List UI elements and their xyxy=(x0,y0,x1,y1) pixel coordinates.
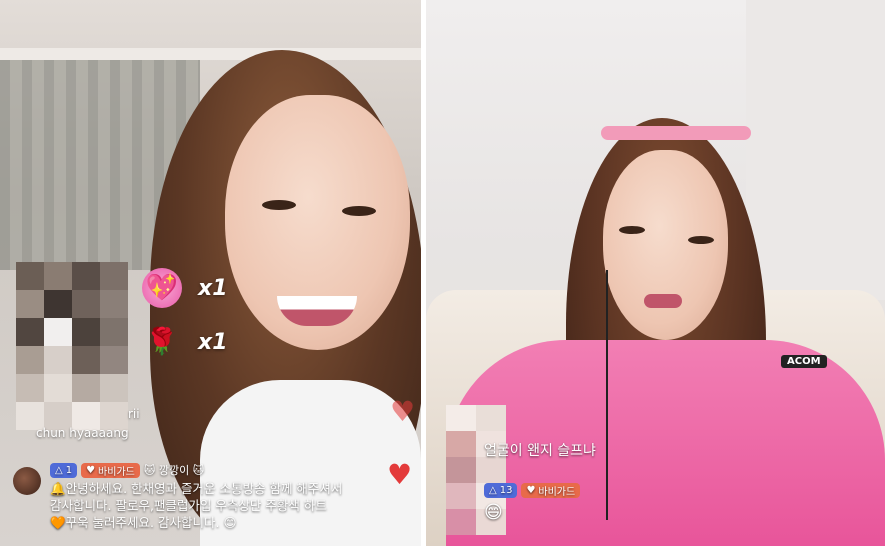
level-badge: △ 13 xyxy=(484,483,518,498)
fan-club-badge: ♥ 바비가드 xyxy=(521,483,581,498)
message-line-3: 🧡꾸욱 눌러주세요. 감사합니다. 😊 xyxy=(50,515,237,530)
streamer-mouth xyxy=(644,294,682,308)
level-badge: △ 1 xyxy=(50,462,78,478)
gift-count: x1 xyxy=(198,275,228,301)
gift-notification-1: 💖 x1 xyxy=(142,268,228,308)
rose-gift-icon: 🌹 xyxy=(145,327,179,357)
blurred-viewer-image xyxy=(16,262,128,430)
message-line-1: 🔔안녕하세요. 한채영과 즐거운 소통방송 함께 해주셔서 xyxy=(50,481,343,496)
commenter-name: rii xyxy=(128,407,140,421)
message-line-2: 감사합니다. 팔로우,팬클럽가입 우측상단 주황색 하트 xyxy=(50,498,327,513)
commenter-name: chun hyaaaang xyxy=(36,426,129,440)
heart-icon: ♥ xyxy=(390,395,416,428)
host-pinned-message: △ 1 ♥ 바비가드 🐱 깡깡이 🐱 🔔안녕하세요. 한채영과 즐거운 소통방송… xyxy=(50,462,390,531)
live-stream-split-view: 💖 x1 🌹 x1 rii chun hyaaaang ♥ ♥ △ 1 ♥ 바비… xyxy=(0,0,885,546)
nickname-tag: 🐱 깡깡이 🐱 xyxy=(143,464,205,477)
chat-message-badges: △ 13 ♥ 바비가드 xyxy=(484,483,584,498)
jacket-logo: ACOM xyxy=(781,355,827,368)
streamer-eye-left xyxy=(262,200,296,210)
chat-message: 얼굴이 왠지 슬프냐 xyxy=(484,443,596,459)
heart-face-gift-icon: 💖 xyxy=(142,268,182,308)
chat-emoji: 😄 xyxy=(484,502,503,523)
streamer-eye-right xyxy=(342,206,376,216)
like-heart-icon[interactable]: ♥ xyxy=(387,458,412,491)
gift-count: x1 xyxy=(198,329,228,355)
background-ceiling xyxy=(0,48,421,60)
gift-notification-2: 🌹 x1 xyxy=(142,322,228,362)
background-wall-corner xyxy=(746,0,885,300)
pink-headband xyxy=(601,126,751,140)
streamer-face xyxy=(603,150,728,340)
fan-club-badge: ♥ 바비가드 xyxy=(81,462,140,478)
right-stream-panel: ACOM 얼굴이 왠지 슬프냐 △ 13 ♥ 바비가드 😄 xyxy=(426,0,885,546)
host-avatar xyxy=(13,467,41,495)
streamer-eye-right xyxy=(688,236,714,244)
streamer-eye-left xyxy=(619,226,645,234)
earphone-cable xyxy=(606,270,608,520)
left-stream-panel: 💖 x1 🌹 x1 rii chun hyaaaang ♥ ♥ △ 1 ♥ 바비… xyxy=(0,0,421,546)
